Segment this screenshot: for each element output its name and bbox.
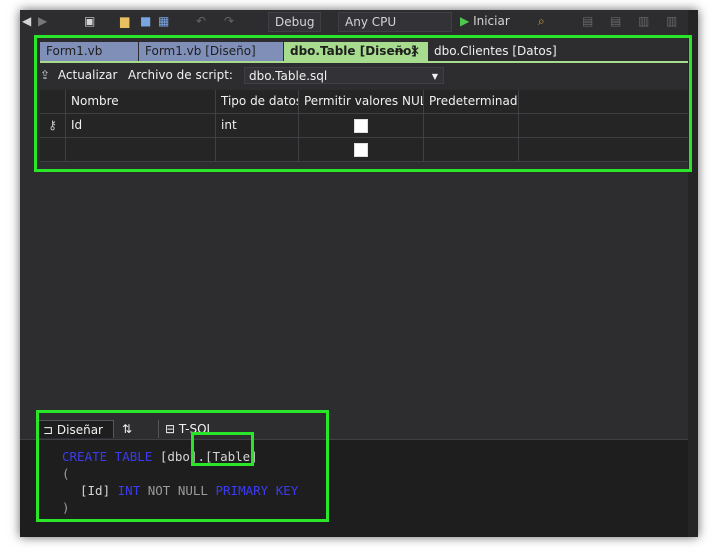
highlight-script-frame <box>36 410 329 522</box>
highlight-table-name-frame <box>191 432 254 466</box>
save-all-icon[interactable]: ▦ <box>158 12 169 30</box>
forward-icon[interactable]: ▶ <box>38 12 47 30</box>
toolbar-icon-b[interactable]: ▤ <box>610 12 621 30</box>
save-icon[interactable]: ■ <box>140 12 151 30</box>
highlight-designer-frame <box>34 35 692 172</box>
main-toolbar: ◀ ▶ ▣ ▆ ■ ▦ ↶ ↷ Debug Any CPU ▶ Iniciar … <box>20 10 698 34</box>
toolbar-icon-d[interactable]: ▥ <box>666 12 677 30</box>
open-folder-icon[interactable]: ▆ <box>120 12 129 30</box>
play-icon: ▶ <box>460 14 470 28</box>
toolbar-icon-a[interactable]: ▤ <box>582 12 593 30</box>
platform-dropdown[interactable]: Any CPU <box>338 12 452 32</box>
start-button[interactable]: ▶ Iniciar <box>460 12 510 30</box>
toolbar-icon-c[interactable]: ▥ <box>638 12 649 30</box>
undo-icon[interactable]: ↶ <box>196 12 206 30</box>
find-icon[interactable]: ⌕ <box>538 12 545 30</box>
redo-icon[interactable]: ↷ <box>224 12 234 30</box>
solution-config-dropdown[interactable]: Debug <box>268 12 322 32</box>
back-icon[interactable]: ◀ <box>22 12 31 30</box>
new-project-icon[interactable]: ▣ <box>84 12 95 30</box>
